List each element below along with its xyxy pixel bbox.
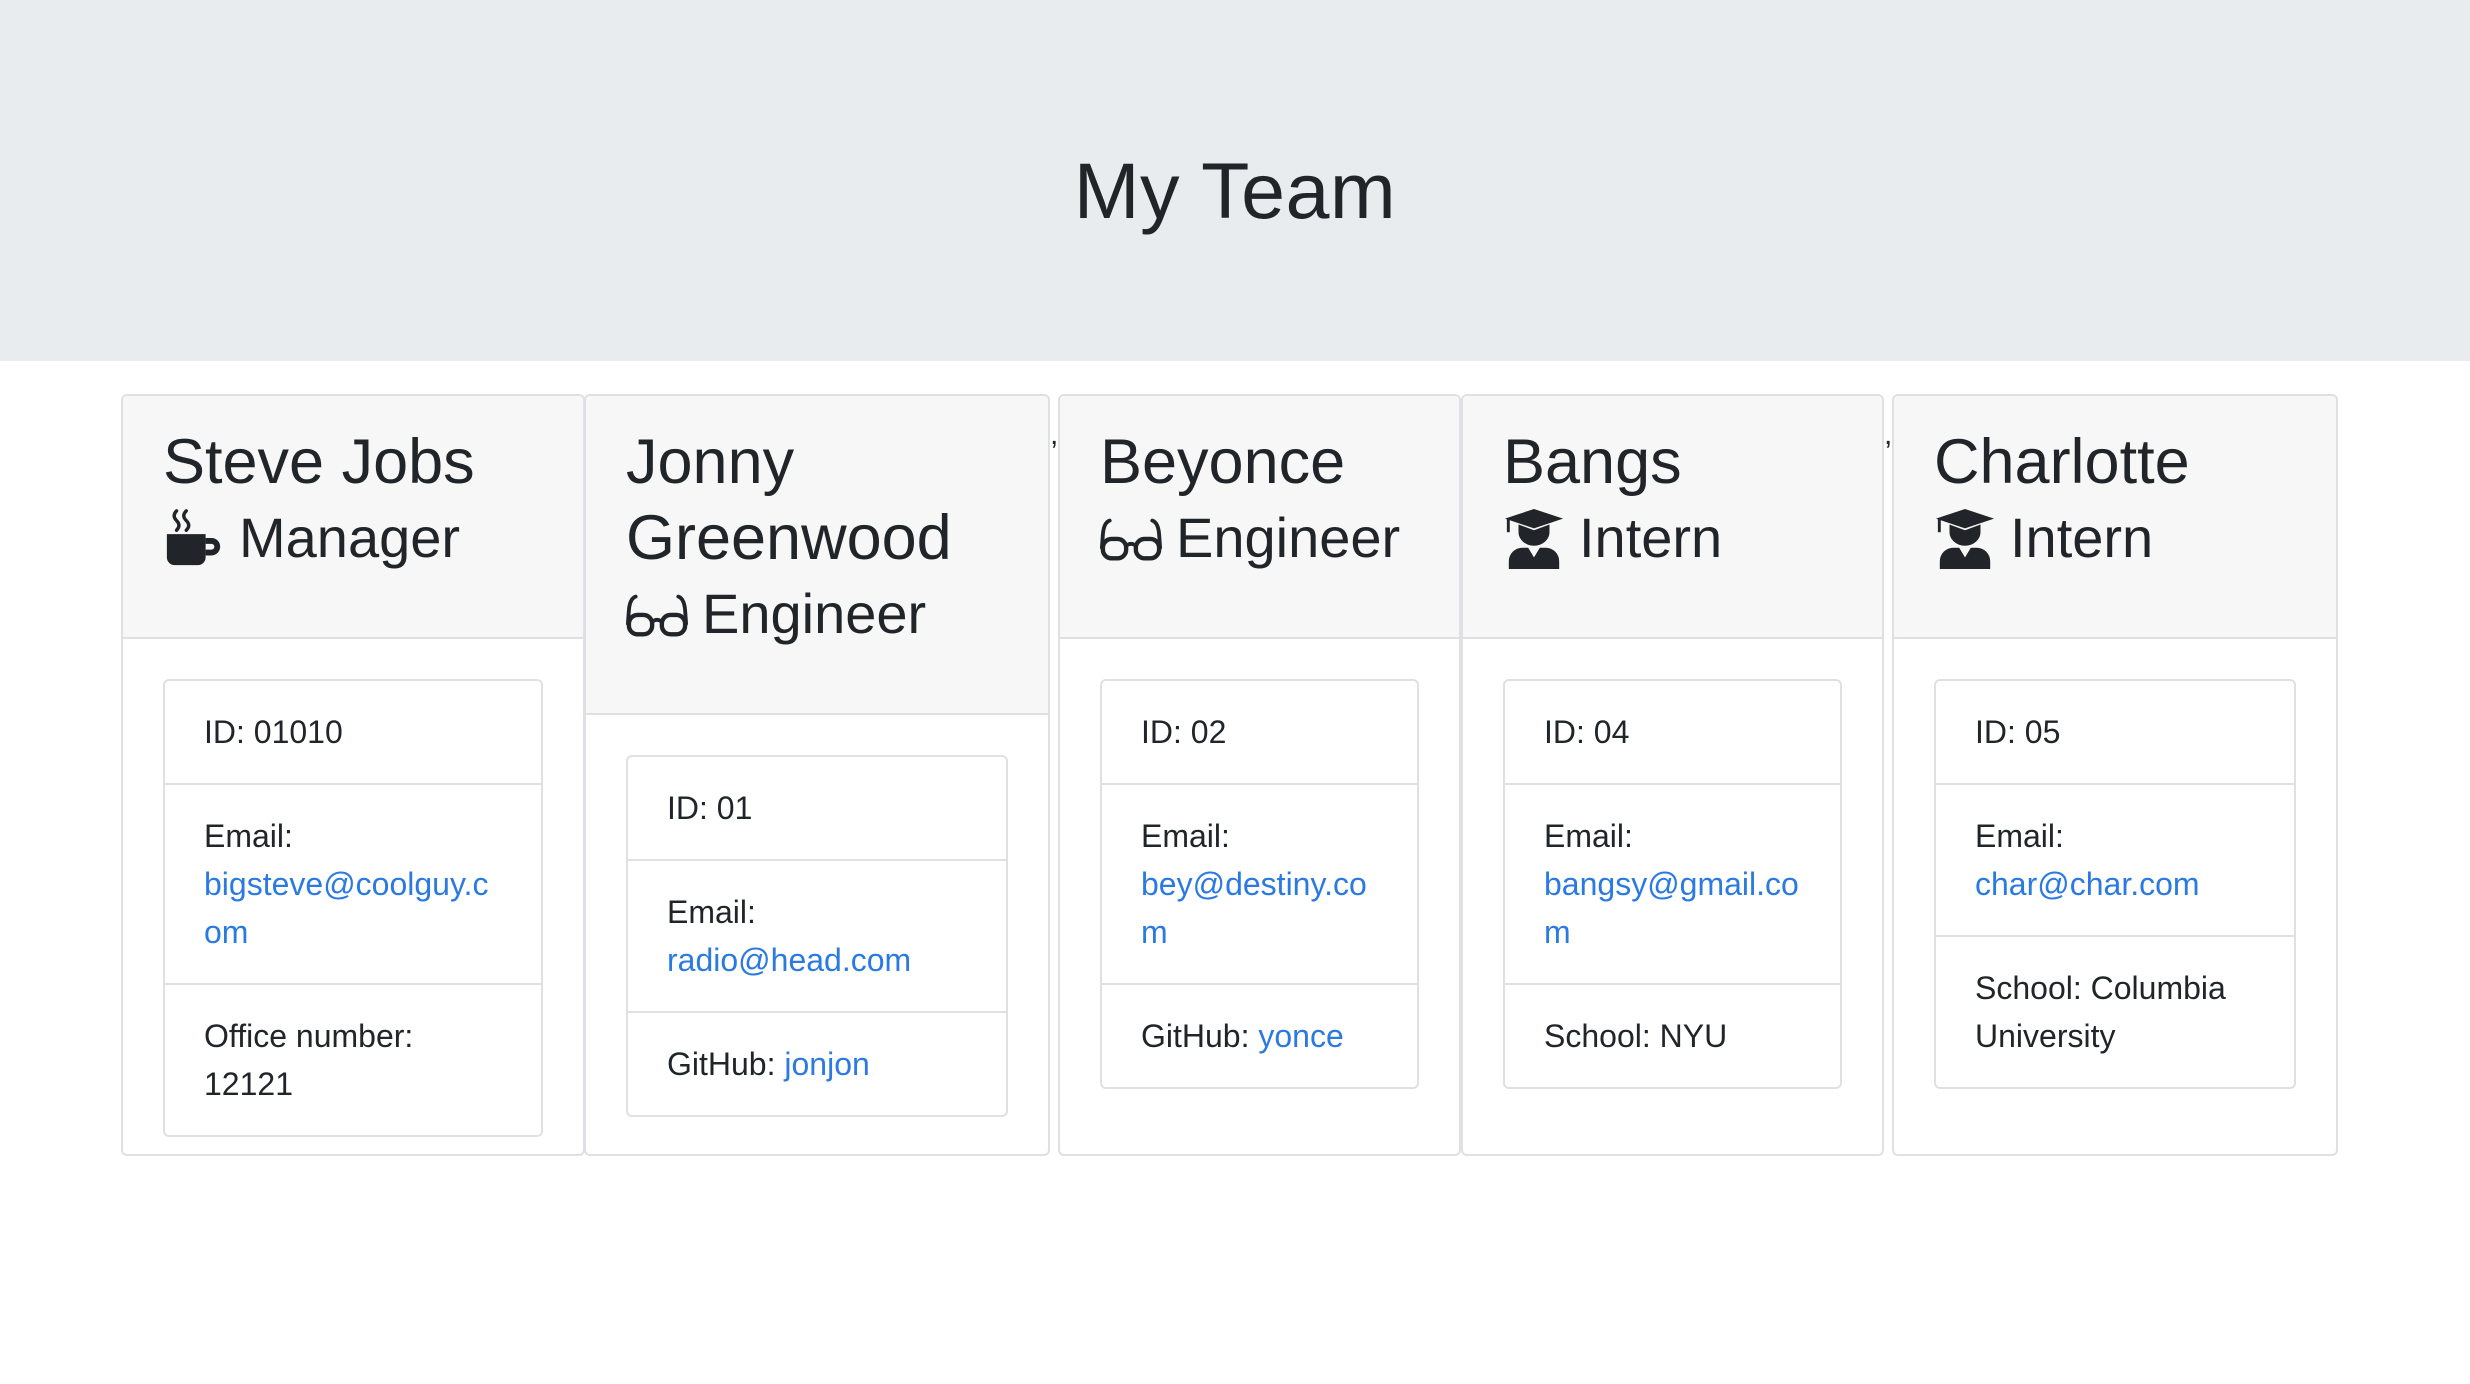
graduate-icon [1503,507,1565,569]
employee-details: ID: 02 Email: bey@destiny.com GitHub: yo… [1100,679,1419,1089]
card-header: Steve Jobs Manager [123,396,583,639]
email-label: Email: [1544,818,1633,854]
card-body: ID: 01010 Email: bigsteve@coolguy.com Of… [123,639,583,1154]
employee-role: Intern [1503,500,1842,576]
office-number-value: 12121 [204,1066,293,1102]
graduate-icon [1934,507,1996,569]
github-label: GitHub: [1141,1018,1250,1054]
employee-id: ID: 05 [1936,681,2294,785]
employee-id: ID: 01 [628,757,1006,861]
role-label: Engineer [1176,506,1401,569]
email-link[interactable]: bigsteve@coolguy.com [204,866,488,950]
github-link[interactable]: jonjon [784,1046,869,1082]
employee-card-charlotte: Charlotte Intern ID: 05 Email: char@char… [1892,394,2338,1156]
card-body: ID: 04 Email: bangsy@gmail.com School: N… [1463,639,1882,1129]
employee-details: ID: 05 Email: char@char.com School: Colu… [1934,679,2296,1089]
card-body: ID: 02 Email: bey@destiny.com GitHub: yo… [1060,639,1459,1129]
employee-details: ID: 01010 Email: bigsteve@coolguy.com Of… [163,679,543,1137]
employee-name: Bangs [1503,427,1682,497]
github-link[interactable]: yonce [1258,1018,1343,1054]
email-label: Email: [1975,818,2064,854]
employee-name: Charlotte [1934,427,2190,497]
card-header: Beyonce Engineer [1060,396,1459,639]
github-item: GitHub: yonce [1102,985,1417,1087]
employee-id: ID: 04 [1505,681,1840,785]
employee-name: Beyonce [1100,427,1346,497]
school-item: School: Columbia University [1936,937,2294,1087]
employee-email-item: Email: char@char.com [1936,785,2294,937]
employee-email-item: Email: bigsteve@coolguy.com [165,785,541,985]
employee-role: Intern [1934,500,2296,576]
office-number-label: Office number: [204,1018,414,1054]
employee-details: ID: 04 Email: bangsy@gmail.com School: N… [1503,679,1842,1089]
page-title: My Team [1073,145,1397,235]
card-body: ID: 01 Email: radio@head.com GitHub: jon… [586,715,1048,1154]
employee-details: ID: 01 Email: radio@head.com GitHub: jon… [626,755,1008,1117]
employee-role: Manager [163,500,543,576]
employee-card-steve-jobs: Steve Jobs Manager ID: 01010 Email: bigs… [121,394,585,1156]
email-link[interactable]: bey@destiny.com [1141,866,1367,950]
email-link[interactable]: radio@head.com [667,942,911,978]
school-value: NYU [1659,1018,1728,1054]
email-label: Email: [1141,818,1230,854]
email-link[interactable]: char@char.com [1975,866,2200,902]
github-item: GitHub: jonjon [628,1013,1006,1115]
employee-role: Engineer [1100,500,1419,576]
card-header: Charlotte Intern [1894,396,2336,639]
glasses-icon [1100,507,1162,569]
card-body: ID: 05 Email: char@char.com School: Colu… [1894,639,2336,1129]
employee-card-jonny-greenwood: Jonny Greenwood Engineer ID: 01 Email: r… [584,394,1050,1156]
card-header: Bangs Intern [1463,396,1882,639]
glasses-icon [626,583,688,645]
email-label: Email: [667,894,756,930]
school-label: School: [1975,970,2082,1006]
page-header: My Team [0,0,2470,361]
employee-id: ID: 02 [1102,681,1417,785]
employee-card-bangs: Bangs Intern ID: 04 Email: bangsy@gmail.… [1461,394,1884,1156]
card-header: Jonny Greenwood Engineer [586,396,1048,715]
office-number-item: Office number: 12121 [165,985,541,1135]
employee-name: Jonny Greenwood [626,427,952,573]
email-link[interactable]: bangsy@gmail.com [1544,866,1799,950]
employee-card-beyonce: Beyonce Engineer ID: 02 Email: bey@desti… [1058,394,1461,1156]
role-label: Intern [2010,506,2154,569]
github-label: GitHub: [667,1046,776,1082]
employee-email-item: Email: bey@destiny.com [1102,785,1417,985]
employee-name: Steve Jobs [163,427,475,497]
employee-email-item: Email: radio@head.com [628,861,1006,1013]
email-label: Email: [204,818,293,854]
role-label: Engineer [702,582,927,645]
employee-email-item: Email: bangsy@gmail.com [1505,785,1840,985]
school-item: School: NYU [1505,985,1840,1087]
role-label: Intern [1579,506,1723,569]
employee-id: ID: 01010 [165,681,541,785]
mug-icon [163,507,225,569]
school-label: School: [1544,1018,1651,1054]
employee-role: Engineer [626,576,1008,652]
role-label: Manager [239,506,461,569]
